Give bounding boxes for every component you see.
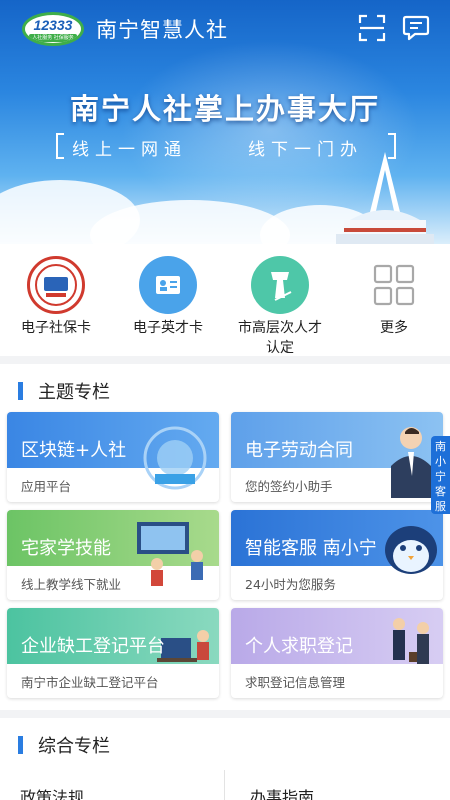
app-logo: 12333 人社服务 社保服务 xyxy=(22,12,84,46)
card-title: 电子劳动合同 xyxy=(245,440,353,461)
section-header-general: 综合专栏 xyxy=(0,718,450,770)
card-title: 区块链+人社 xyxy=(21,440,127,461)
card-subtitle: 24小时为您服务 xyxy=(245,577,336,592)
divider xyxy=(224,770,225,800)
card-subtitle: 您的签约小助手 xyxy=(245,479,333,494)
topic-card-blockchain[interactable]: 区块链+人社 应用平台 xyxy=(7,412,219,502)
logo-text: 12333 xyxy=(33,17,73,33)
quick-item-talent-certification[interactable]: 市高层次人才认定 xyxy=(224,256,336,358)
blockchain-globe-icon xyxy=(143,426,207,490)
quick-item-talent-card[interactable]: 电子英才卡 xyxy=(112,256,224,338)
topic-card-labor-shortage[interactable]: 企业缺工登记平台 南宁市企业缺工登记平台 xyxy=(7,608,219,698)
card-subtitle: 南宁市企业缺工登记平台 xyxy=(21,675,159,690)
quick-label: 更多 xyxy=(380,320,408,336)
office-worker-icon xyxy=(157,630,209,662)
message-icon[interactable] xyxy=(402,14,430,42)
bracket-left xyxy=(56,133,64,159)
landmark-building-icon xyxy=(336,152,434,244)
section-accent-bar xyxy=(18,736,23,754)
job-seekers-icon xyxy=(393,618,429,664)
general-items: 政策法规 办事指南 xyxy=(0,770,450,800)
quick-actions: 电子社保卡 电子英才卡 市高层次人才认定 更多 xyxy=(0,244,450,356)
topic-card-job-registration[interactable]: 个人求职登记 求职登记信息管理 xyxy=(231,608,443,698)
online-learning-icon xyxy=(137,522,203,586)
app-title: 南宁智慧人社 xyxy=(96,18,228,42)
slogan-left: 线上一网通 xyxy=(72,140,187,160)
topic-card-smart-service[interactable]: 智能客服 南小宁 24小时为您服务 xyxy=(231,510,443,600)
card-title: 个人求职登记 xyxy=(245,636,353,657)
banner-title: 南宁人社掌上办事大厅 xyxy=(69,92,380,126)
general-item-guide[interactable]: 办事指南 xyxy=(250,784,314,800)
quick-label: 电子社保卡 xyxy=(21,320,91,336)
quick-label: 市高层次人才认定 xyxy=(238,320,322,356)
logo-subtext: 人社服务 社保服务 xyxy=(29,34,77,42)
customer-service-side-tab[interactable]: 南小宁客服 xyxy=(431,436,450,514)
section-title: 综合专栏 xyxy=(38,736,110,757)
section-accent-bar xyxy=(18,382,23,400)
header-banner: 12333 人社服务 社保服务 南宁智慧人社 南宁人社掌上办事大厅 线上一网通 … xyxy=(0,0,450,244)
card-subtitle: 求职登记信息管理 xyxy=(245,675,346,690)
topic-card-e-contract[interactable]: 电子劳动合同 您的签约小助手 xyxy=(231,412,443,502)
grid-more-icon xyxy=(365,256,423,314)
top-bar: 12333 人社服务 社保服务 南宁智慧人社 xyxy=(0,0,450,58)
certification-pen-icon xyxy=(251,256,309,314)
card-title: 企业缺工登记平台 xyxy=(21,636,165,657)
general-item-policy[interactable]: 政策法规 xyxy=(20,784,84,800)
quick-item-social-card[interactable]: 电子社保卡 xyxy=(0,256,112,338)
social-security-card-icon xyxy=(27,256,85,314)
card-title: 宅家学技能 xyxy=(21,538,111,559)
card-subtitle: 线上教学线下就业 xyxy=(21,577,122,592)
scan-icon[interactable] xyxy=(358,14,386,42)
card-subtitle: 应用平台 xyxy=(21,479,72,494)
topic-card-home-skills[interactable]: 宅家学技能 线上教学线下就业 xyxy=(7,510,219,600)
section-title: 主题专栏 xyxy=(38,382,110,403)
quick-item-more[interactable]: 更多 xyxy=(338,256,450,338)
penguin-mascot-icon xyxy=(385,526,437,574)
topic-card-grid: 区块链+人社 应用平台 电子劳动合同 您的签约小助手 宅家学技能 线上教学线下就… xyxy=(0,408,450,710)
talent-card-icon xyxy=(139,256,197,314)
card-title: 智能客服 南小宁 xyxy=(245,538,377,559)
quick-label: 电子英才卡 xyxy=(133,320,203,336)
